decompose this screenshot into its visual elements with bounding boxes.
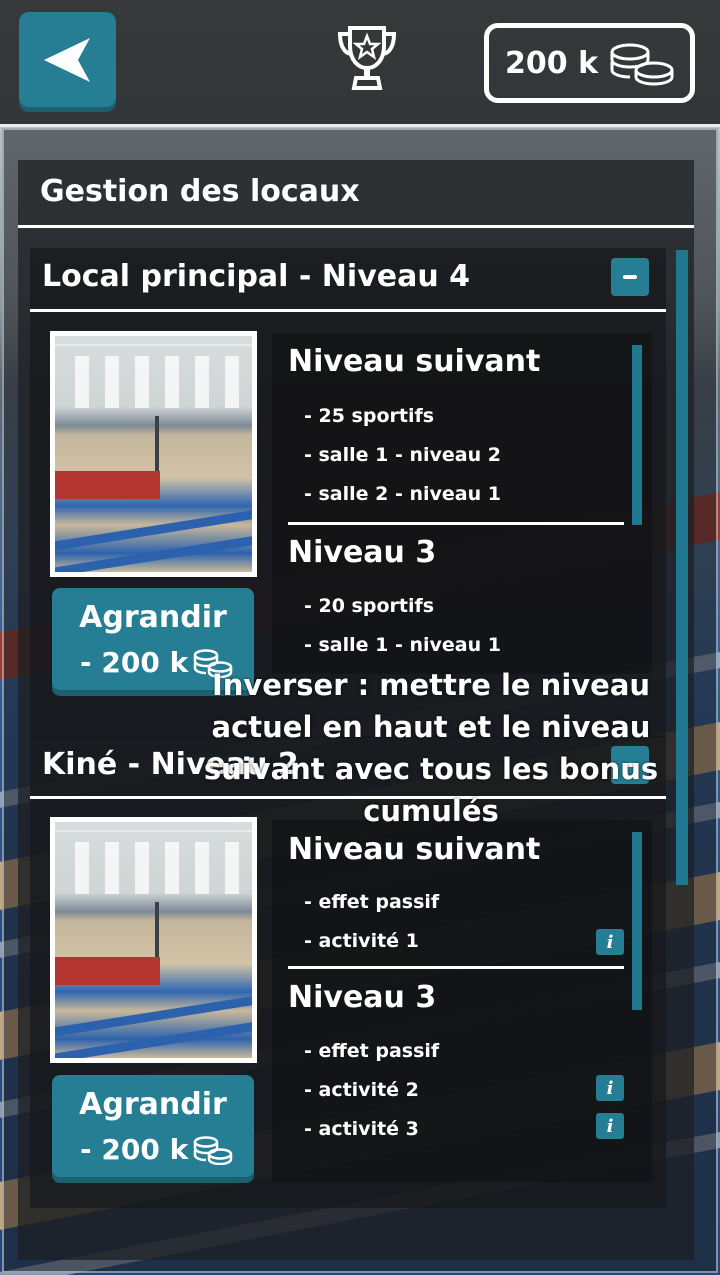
level-bonus: - salle 2 - niveau 1 [304, 483, 501, 505]
level-bonus: - effet passif [304, 891, 440, 913]
building-photo [50, 817, 257, 1063]
coins-icon [193, 1136, 233, 1165]
level-bonus: - activité 3 [304, 1118, 419, 1140]
trophy-icon[interactable] [334, 22, 400, 94]
info-icon: i [606, 931, 614, 953]
level-divider [288, 522, 624, 525]
coins-counter: 200 k [484, 23, 695, 103]
main-scrollbar[interactable] [676, 250, 688, 885]
level-bonus: - salle 1 - niveau 1 [304, 634, 501, 656]
info-button[interactable]: i [596, 1113, 624, 1139]
building-title: Local principal - Niveau 4 [42, 259, 471, 294]
upgrade-button[interactable]: Agrandir - 200 k [52, 1075, 254, 1177]
upgrade-cost: - 200 k [80, 646, 189, 679]
level-divider [288, 966, 624, 969]
level-bonus: - 20 sportifs [304, 595, 435, 617]
upgrade-label: Agrandir [79, 1087, 227, 1122]
coins-icon [610, 43, 674, 86]
upgrade-cost: - 200 k [80, 1133, 189, 1166]
info-button[interactable]: i [596, 929, 624, 955]
level-bonus: - 25 sportifs [304, 405, 435, 427]
level-bonus: - activité 1 [304, 930, 419, 952]
top-bar-divider [0, 124, 720, 127]
building-photo [50, 331, 257, 577]
info-icon: i [606, 1077, 614, 1099]
back-arrow-icon [43, 37, 90, 82]
info-button[interactable]: i [596, 1075, 624, 1101]
collapse-button[interactable] [611, 258, 649, 296]
section-divider [18, 225, 694, 228]
level-bonus: - activité 2 [304, 1079, 419, 1101]
next-level-title: Niveau suivant [288, 832, 541, 867]
level-bonus: - effet passif [304, 1040, 440, 1062]
design-note: Inverser : mettre le niveau actuel en ha… [203, 668, 659, 828]
minus-icon [623, 275, 637, 279]
building-divider [30, 309, 666, 312]
level-bonus: - salle 1 - niveau 2 [304, 444, 501, 466]
upgrade-label: Agrandir [79, 600, 227, 635]
level-title: Niveau 3 [288, 980, 437, 1015]
levels-scrollbar[interactable] [632, 345, 642, 525]
next-level-title: Niveau suivant [288, 344, 541, 379]
section-title: Gestion des locaux [40, 174, 360, 209]
levels-scrollbar[interactable] [632, 832, 642, 1010]
back-button[interactable] [19, 12, 116, 107]
coins-amount: 200 k [505, 45, 599, 81]
info-icon: i [606, 1115, 614, 1137]
level-title: Niveau 3 [288, 535, 437, 570]
